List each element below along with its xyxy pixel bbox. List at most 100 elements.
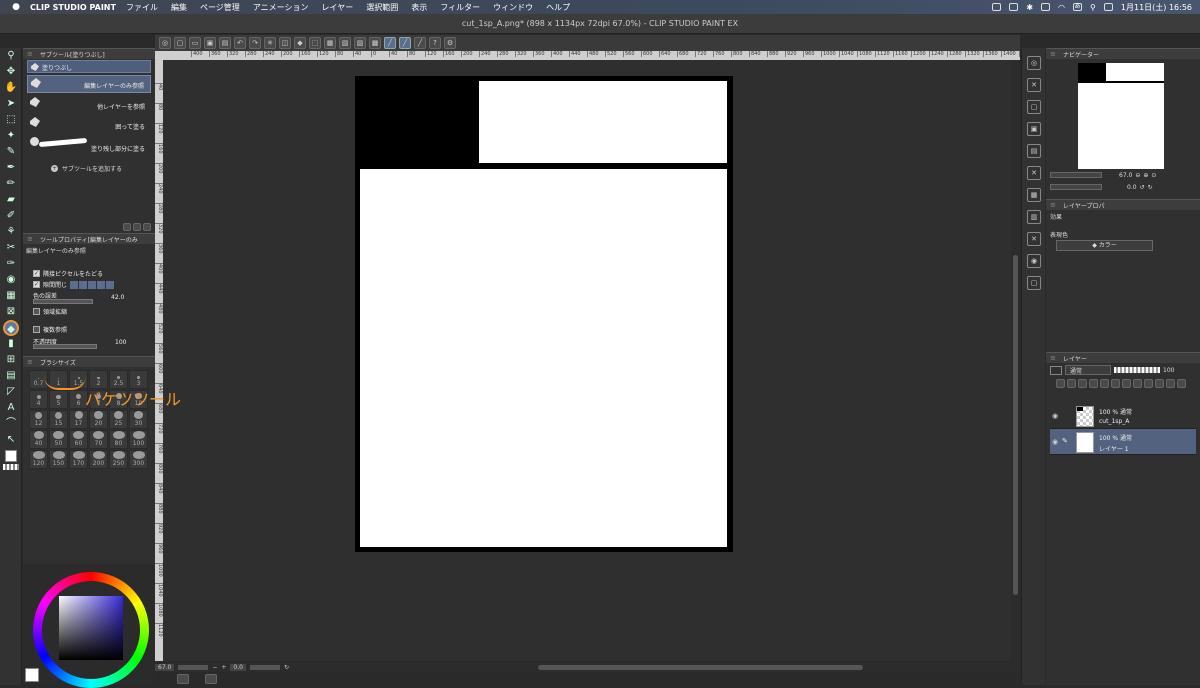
undo-icon[interactable]: ↶: [234, 37, 246, 49]
brush-size-option[interactable]: 80: [109, 430, 128, 449]
brush-size-option[interactable]: 15: [49, 410, 68, 429]
panel-top-right[interactable]: [479, 81, 727, 163]
panel-toggle-icon-2[interactable]: [205, 674, 217, 684]
clock[interactable]: 1月11日(土) 16:56: [1121, 2, 1192, 13]
layer-opacity-slider[interactable]: [1114, 367, 1160, 373]
transform-icon[interactable]: ⬚: [309, 37, 321, 49]
zoom-slider[interactable]: [178, 664, 209, 670]
menu-help[interactable]: ヘルプ: [546, 2, 570, 13]
menu-filter[interactable]: フィルター: [440, 2, 480, 13]
hand-tool-icon[interactable]: ✋: [3, 80, 19, 96]
menu-layer[interactable]: レイヤー: [322, 2, 354, 13]
material-2-icon[interactable]: ▢: [1027, 100, 1041, 114]
gradient-2-icon[interactable]: ▮: [3, 336, 19, 352]
zoom-tool-icon[interactable]: ⚲: [3, 48, 19, 64]
open-file-icon[interactable]: ▭: [189, 37, 201, 49]
material-10-icon[interactable]: ▢: [1027, 276, 1041, 290]
pen-tool-icon[interactable]: ✒: [3, 160, 19, 176]
layer-property-header[interactable]: ≡ レイヤープロパ: [1046, 199, 1200, 210]
search-icon[interactable]: ⚲: [1090, 3, 1096, 12]
brush-size-option[interactable]: 300: [129, 450, 148, 469]
opacity-value[interactable]: 100: [115, 339, 126, 346]
select-all-icon[interactable]: ▩: [369, 37, 381, 49]
navigator-preview[interactable]: [1078, 63, 1164, 169]
redo-icon[interactable]: ↷: [249, 37, 261, 49]
multi-ref-row[interactable]: 複数参照: [23, 322, 155, 336]
subtool-item-fill-unfilled[interactable]: 塗り残し部分に塗る: [27, 135, 151, 155]
gap-option[interactable]: [88, 280, 97, 289]
material-6-icon[interactable]: ▦: [1027, 188, 1041, 202]
settings-icon[interactable]: ⚙: [444, 37, 456, 49]
material-5-icon[interactable]: ✕: [1027, 166, 1041, 180]
brush-size-header[interactable]: ≡ ブラシサイズ: [23, 356, 155, 367]
snap-ruler-icon[interactable]: ╱: [384, 37, 396, 49]
brush-size-option[interactable]: 5: [49, 390, 68, 409]
layer-opacity-value[interactable]: 100: [1163, 367, 1174, 374]
subtool-item-refer-other-layers[interactable]: 他レイヤーを参照: [27, 95, 151, 113]
battery-icon[interactable]: [1041, 3, 1051, 11]
close-gap-checkbox[interactable]: ✓: [33, 281, 40, 288]
blend-tool-icon[interactable]: ✑: [3, 256, 19, 272]
menu-animation[interactable]: アニメーション: [253, 2, 309, 13]
gap-option[interactable]: [79, 280, 88, 289]
vertical-scroll-thumb[interactable]: [1013, 255, 1018, 595]
fill-drop-icon[interactable]: ◉: [3, 272, 19, 288]
print-icon[interactable]: ▤: [219, 37, 231, 49]
brush-tool-icon[interactable]: ✐: [3, 208, 19, 224]
rotation-field[interactable]: 0.0: [230, 663, 246, 671]
select-tool-icon[interactable]: ⬚: [3, 112, 19, 128]
layer-tool-icon[interactable]: [1155, 379, 1164, 388]
deselect-icon[interactable]: ▦: [324, 37, 336, 49]
status-icon-2[interactable]: [1009, 3, 1019, 11]
main-color-swatch[interactable]: [25, 668, 39, 682]
layer-tool-icon[interactable]: [1078, 379, 1087, 388]
object-tool-icon[interactable]: ➤: [3, 96, 19, 112]
blend-tool-2-icon[interactable]: ▦: [3, 288, 19, 304]
decoration-tool-icon[interactable]: ✂: [3, 240, 19, 256]
zoom-field[interactable]: 67.0: [155, 663, 175, 671]
multi-ref-checkbox[interactable]: [33, 325, 40, 333]
material-icon[interactable]: ✕: [1027, 78, 1041, 92]
navigator-preview-area[interactable]: [1046, 59, 1200, 169]
menu-view[interactable]: 表示: [411, 2, 427, 13]
layer-tool-icon[interactable]: [1056, 379, 1065, 388]
bucket-tool-icon[interactable]: ◆: [3, 320, 19, 336]
zoom-out-icon[interactable]: −: [212, 664, 217, 671]
fill-icon[interactable]: ◆: [294, 37, 306, 49]
crop-icon[interactable]: ▨: [354, 37, 366, 49]
material-3-icon[interactable]: ▣: [1027, 122, 1041, 136]
zoom-in-icon[interactable]: ⊕: [1143, 172, 1148, 179]
brush-size-option[interactable]: 20: [89, 410, 108, 429]
saturation-square[interactable]: [59, 596, 123, 660]
brush-size-option[interactable]: 60: [69, 430, 88, 449]
delete-subtool-icon[interactable]: [143, 223, 151, 231]
subtool-tab-fill[interactable]: 塗りつぶし: [27, 60, 151, 73]
layer-color-icon[interactable]: [1050, 365, 1062, 375]
add-subtool-button[interactable]: + サブツールを追加する: [23, 157, 155, 179]
close-gap-row[interactable]: ✓ 隙間閉じ: [23, 279, 155, 290]
rotation-slider[interactable]: [249, 664, 280, 670]
layer-tool-icon[interactable]: [1111, 379, 1120, 388]
material-9-icon[interactable]: ◉: [1027, 254, 1041, 268]
status-icon-1[interactable]: [992, 3, 1002, 11]
panel-toggle-icon[interactable]: [177, 674, 189, 684]
rotate-left-icon[interactable]: ↺: [1140, 184, 1145, 191]
layer-tool-icon[interactable]: [1089, 379, 1098, 388]
transparent-color-icon[interactable]: [3, 464, 19, 470]
brush-size-option[interactable]: 170: [69, 450, 88, 469]
eye-icon[interactable]: ◉: [1052, 412, 1058, 420]
navigator-rotation-slider[interactable]: [1050, 184, 1102, 190]
brush-size-option[interactable]: 120: [29, 450, 48, 469]
figure-tool-icon[interactable]: ◸: [3, 384, 19, 400]
clear-outside-icon[interactable]: ◫: [279, 37, 291, 49]
menu-selection[interactable]: 選択範囲: [366, 2, 398, 13]
subtool-item-edit-layer-only[interactable]: 編集レイヤーのみ参照: [27, 75, 151, 93]
brush-size-option[interactable]: 250: [109, 450, 128, 469]
tolerance-row[interactable]: 色の誤差 42.0: [23, 290, 155, 304]
tolerance-value[interactable]: 42.0: [111, 294, 124, 301]
canvas-area[interactable]: [163, 60, 1011, 661]
menu-page[interactable]: ページ管理: [200, 2, 240, 13]
layer-tool-icon[interactable]: [1133, 379, 1142, 388]
layer-tool-icon[interactable]: [1177, 379, 1186, 388]
snap-special-ruler-icon[interactable]: ╱: [399, 37, 411, 49]
